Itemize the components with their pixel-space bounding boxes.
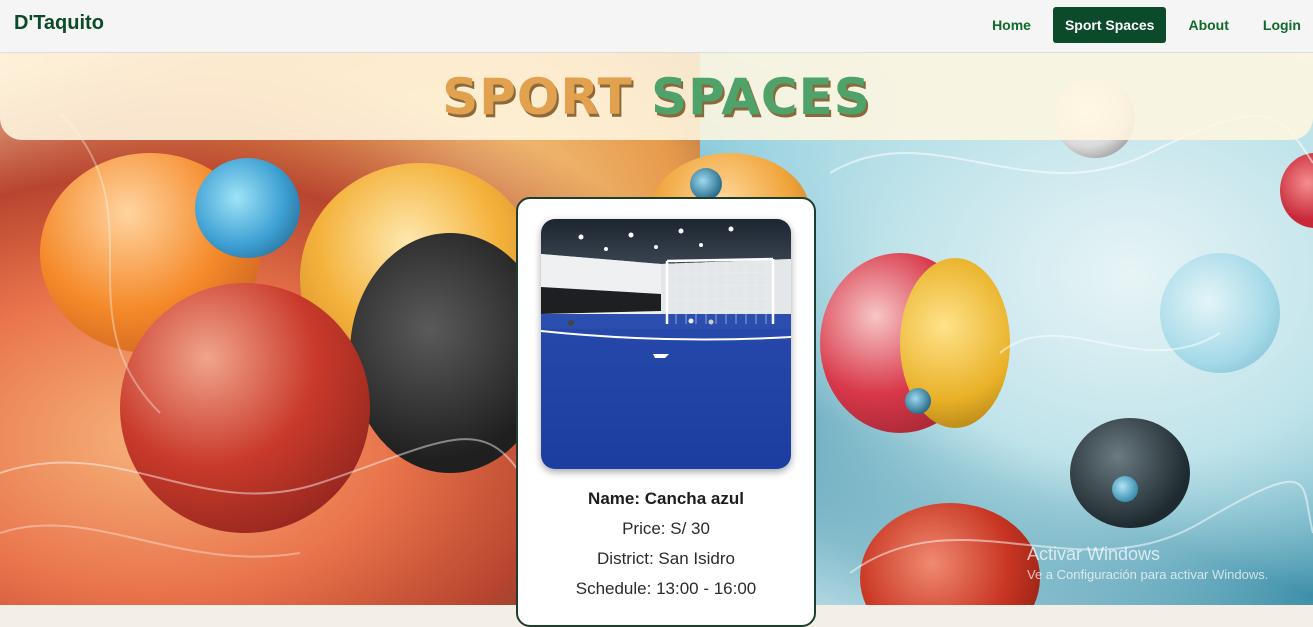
nav-menu: Home Sport Spaces About Login: [970, 7, 1313, 43]
sport-space-card[interactable]: Name: Cancha azul Price: S/ 30 District:…: [516, 197, 816, 627]
space-price: Price: S/ 30: [622, 519, 710, 538]
space-schedule: Schedule: 13:00 - 16:00: [575, 579, 757, 598]
nav-login-link[interactable]: Login: [1251, 7, 1313, 43]
title-word-spaces: SPACES: [651, 68, 871, 126]
page-title: SPORT SPACES: [0, 67, 1313, 127]
title-word-sport: SPORT: [442, 68, 633, 126]
card-details: Name: Cancha azul Price: S/ 30 District:…: [518, 484, 814, 604]
brand-logo[interactable]: D'Taquito: [14, 12, 104, 35]
nav-home-link[interactable]: Home: [980, 7, 1043, 43]
watermark-subtitle: Ve a Configuración para activar Windows.: [1027, 567, 1269, 582]
space-name: Name: Cancha azul: [588, 489, 744, 508]
field-photo-icon: [541, 219, 791, 469]
hero-banner: SPORT SPACES: [0, 53, 1313, 140]
nav-sport-spaces-link[interactable]: Sport Spaces: [1052, 7, 1167, 43]
watermark-title: Activar Windows: [1027, 544, 1161, 564]
nav-about-link[interactable]: About: [1176, 7, 1240, 43]
indoor-soccer-field-photo: [541, 219, 791, 469]
windows-activation-watermark: Activar Windows Ve a Configuración para …: [1027, 544, 1268, 582]
space-district: District: San Isidro: [597, 549, 735, 568]
top-navbar: D'Taquito Home Sport Spaces About Login: [0, 0, 1313, 53]
